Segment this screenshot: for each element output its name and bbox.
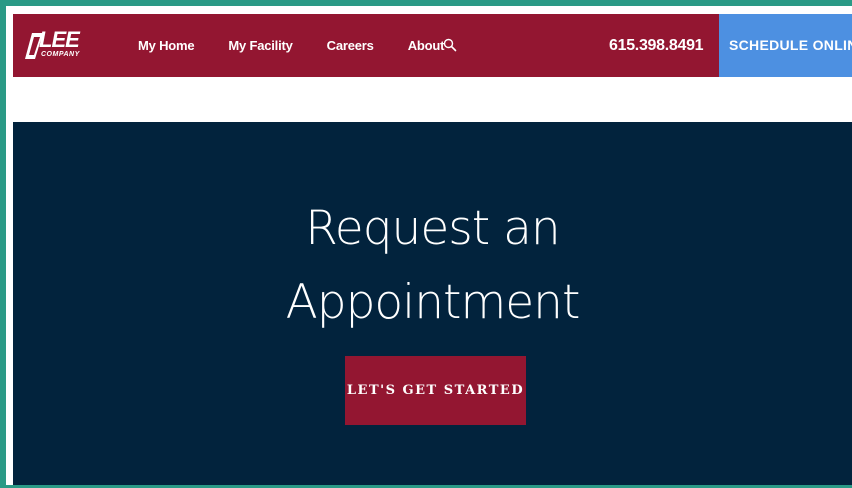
top-navigation-bar: LEE COMPANY My Home My Facility Careers … (13, 14, 852, 77)
schedule-online-button[interactable]: SCHEDULE ONLINE (719, 14, 852, 77)
nav-my-facility[interactable]: My Facility (228, 38, 292, 53)
nav-careers[interactable]: Careers (327, 38, 374, 53)
nav-my-home[interactable]: My Home (138, 38, 195, 53)
hero-title-line-2: Appointment (285, 275, 581, 330)
search-icon[interactable] (443, 38, 457, 52)
get-started-button[interactable]: LET'S GET STARTED (345, 356, 526, 425)
phone-number-link[interactable]: 615.398.8491 (609, 14, 704, 77)
header-spacer (13, 77, 852, 122)
hero-section: Request an Appointment LET'S GET STARTED (13, 122, 852, 485)
nav-about[interactable]: About (408, 38, 445, 53)
main-nav: My Home My Facility Careers About (138, 14, 478, 77)
hero-title-line-1: Request an (305, 201, 560, 256)
lee-company-logo[interactable]: LEE COMPANY (25, 27, 91, 63)
hero-title: Request an Appointment (13, 192, 852, 340)
logo-subtitle: COMPANY (41, 51, 80, 58)
logo-wordmark: LEE (39, 27, 80, 52)
